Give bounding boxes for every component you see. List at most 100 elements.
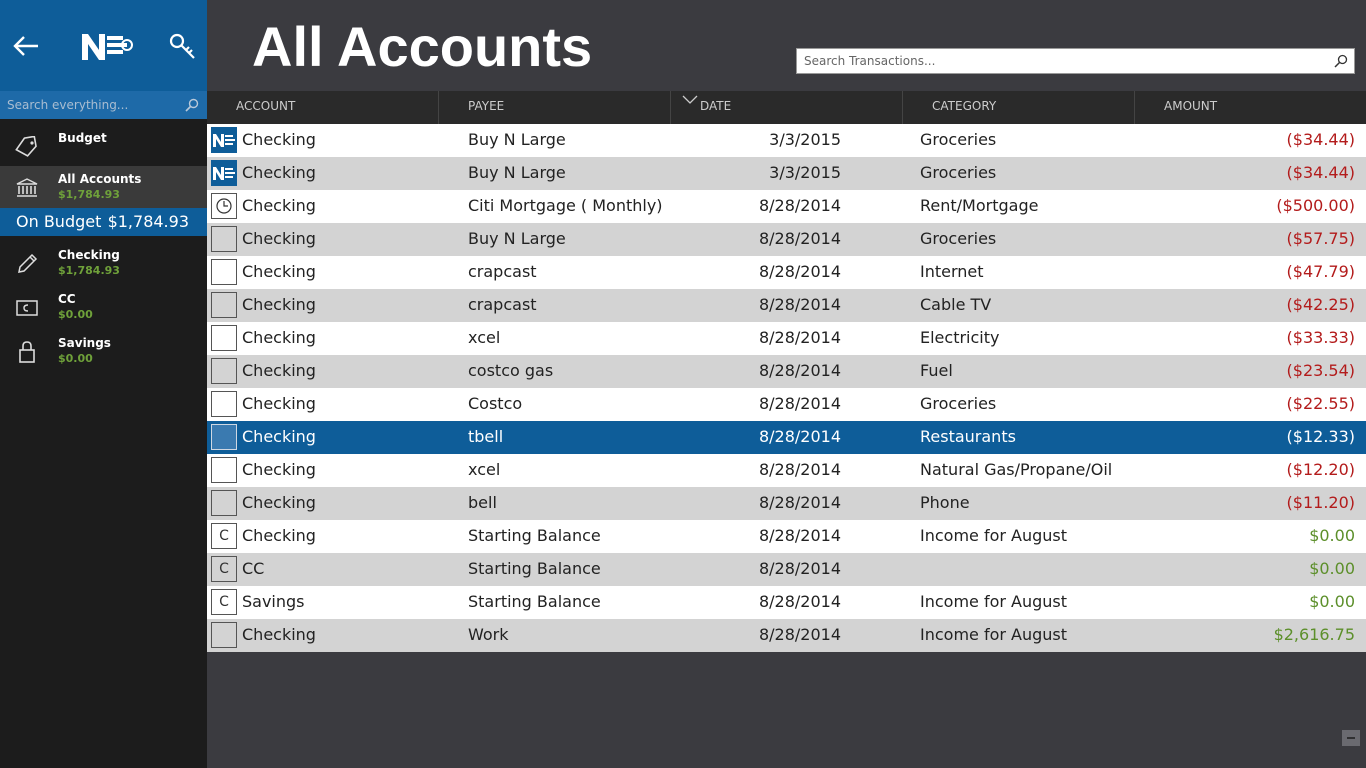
back-button[interactable] [8, 28, 44, 64]
table-row[interactable]: C Checking Starting Balance 8/28/2014 Income… [207, 520, 1366, 553]
cell-date: 8/28/2014 [758, 493, 841, 512]
cleared-checkbox[interactable] [211, 391, 237, 417]
transaction-search-input[interactable] [797, 49, 1317, 73]
cell-date: 8/28/2014 [758, 460, 841, 479]
table-row[interactable]: Checking crapcast 8/28/2014 Cable TV ($42.25… [207, 289, 1366, 322]
minimize-button[interactable] [1342, 730, 1360, 746]
cell-amount: $0.00 [1309, 559, 1355, 578]
cleared-checkbox[interactable] [211, 325, 237, 351]
cell-payee: Buy N Large [468, 130, 566, 149]
back-arrow-icon [13, 36, 38, 56]
pencil-icon [14, 251, 40, 277]
cell-payee: xcel [468, 328, 501, 347]
sidebar-header [0, 0, 207, 91]
credit-card-icon [14, 295, 40, 321]
imported-transaction-icon[interactable] [211, 127, 237, 153]
cleared-checkbox[interactable] [211, 490, 237, 516]
column-header-date[interactable]: DATE [671, 91, 903, 124]
bank-icon [14, 175, 40, 201]
tag-icon [14, 134, 40, 160]
cleared-checkbox[interactable] [211, 259, 237, 285]
cell-date: 8/28/2014 [758, 361, 841, 380]
cell-payee: crapcast [468, 262, 537, 281]
cleared-checkbox[interactable] [211, 622, 237, 648]
cell-category: Groceries [920, 130, 997, 149]
table-row[interactable]: Checking bell 8/28/2014 Phone ($11.20) [207, 487, 1366, 520]
cell-account: Checking [242, 130, 316, 149]
cleared-checkbox[interactable] [211, 226, 237, 252]
cell-date: 8/28/2014 [758, 427, 841, 446]
cell-category: Rent/Mortgage [920, 196, 1039, 215]
cell-category: Groceries [920, 163, 997, 182]
global-search [0, 91, 207, 119]
sidebar-item-all-accounts[interactable]: All Accounts $1,784.93 [0, 166, 207, 210]
table-row[interactable]: Checking crapcast 8/28/2014 Internet ($47.79… [207, 256, 1366, 289]
table-row[interactable]: C CC Starting Balance 8/28/2014 $0.00 [207, 553, 1366, 586]
sidebar-item-label: CC [58, 292, 76, 306]
cell-payee: crapcast [468, 295, 537, 314]
column-header-account[interactable]: ACCOUNT [207, 91, 439, 124]
cell-amount: $2,616.75 [1273, 625, 1355, 644]
keys-button[interactable] [164, 28, 200, 64]
cell-account: CC [242, 559, 265, 578]
column-header-row: ACCOUNT PAYEE DATE CATEGORY AMOUNT [207, 91, 1366, 124]
table-row[interactable]: Checking xcel 8/28/2014 Natural Gas/Propane… [207, 454, 1366, 487]
table-row[interactable]: Checking costco gas 8/28/2014 Fuel ($23.54) [207, 355, 1366, 388]
table-row[interactable]: Checking Buy N Large 8/28/2014 Groceries ($5… [207, 223, 1366, 256]
cleared-checkbox[interactable]: C [211, 556, 237, 582]
cell-amount: ($500.00) [1276, 196, 1355, 215]
table-row[interactable]: Checking tbell 8/28/2014 Restaurants ($12.33… [207, 421, 1366, 454]
sort-descending-icon [682, 95, 698, 104]
sidebar-item-savings[interactable]: Savings $0.00 [0, 330, 207, 374]
cell-payee: Citi Mortgage ( Monthly) [468, 196, 663, 215]
sidebar: Budget All Accounts $1,784.93 On Budget … [0, 0, 207, 768]
cell-amount: ($34.44) [1286, 130, 1355, 149]
table-row[interactable]: Checking Work 8/28/2014 Income for August $2… [207, 619, 1366, 652]
column-header-label: DATE [700, 99, 732, 113]
sidebar-item-balance: $1,784.93 [58, 264, 120, 277]
table-row[interactable]: Checking xcel 8/28/2014 Electricity ($33.33) [207, 322, 1366, 355]
table-row[interactable]: Checking Buy N Large 3/3/2015 Groceries ($34… [207, 157, 1366, 190]
column-header-label: PAYEE [468, 99, 505, 113]
table-row[interactable]: Checking Buy N Large 3/3/2015 Groceries ($34… [207, 124, 1366, 157]
cell-payee: bell [468, 493, 497, 512]
column-header-label: ACCOUNT [236, 99, 296, 113]
global-search-input[interactable] [0, 91, 180, 119]
cell-category: Phone [920, 493, 970, 512]
table-row[interactable]: Checking Citi Mortgage ( Monthly) 8/28/201… [207, 190, 1366, 223]
scheduled-transaction-icon[interactable] [211, 193, 237, 219]
table-row[interactable]: Checking Costco 8/28/2014 Groceries ($22.55) [207, 388, 1366, 421]
cell-date: 8/28/2014 [758, 559, 841, 578]
cell-category: Fuel [920, 361, 953, 380]
cell-account: Checking [242, 163, 316, 182]
sidebar-item-label: Savings [58, 336, 111, 350]
cleared-checkbox[interactable]: C [211, 589, 237, 615]
cleared-checkbox[interactable] [211, 457, 237, 483]
cell-date: 8/28/2014 [758, 526, 841, 545]
cell-amount: ($11.20) [1286, 493, 1355, 512]
table-row[interactable]: C Savings Starting Balance 8/28/2014 Income … [207, 586, 1366, 619]
search-icon[interactable] [185, 98, 199, 112]
sidebar-item-budget[interactable]: Budget [0, 125, 207, 169]
cleared-checkbox[interactable]: C [211, 523, 237, 549]
imported-transaction-icon[interactable] [211, 160, 237, 186]
cleared-checkbox[interactable] [211, 292, 237, 318]
on-budget-label: On Budget [16, 212, 102, 231]
column-header-amount[interactable]: AMOUNT [1135, 91, 1366, 124]
search-icon[interactable] [1334, 54, 1348, 68]
cleared-checkbox[interactable] [211, 358, 237, 384]
cleared-checkbox[interactable] [211, 424, 237, 450]
transaction-list: Checking Buy N Large 3/3/2015 Groceries ($34… [207, 124, 1366, 652]
cell-category: Electricity [920, 328, 1000, 347]
cell-category: Income for August [920, 526, 1068, 545]
column-header-payee[interactable]: PAYEE [439, 91, 671, 124]
sidebar-item-checking[interactable]: Checking $1,784.93 [0, 242, 207, 286]
cell-amount: ($12.33) [1286, 427, 1355, 446]
cell-account: Checking [242, 229, 316, 248]
cell-account: Checking [242, 361, 316, 380]
sidebar-item-cc[interactable]: CC $0.00 [0, 286, 207, 330]
cell-amount: ($33.33) [1286, 328, 1355, 347]
cell-account: Checking [242, 460, 316, 479]
cleared-flag: C [219, 528, 229, 544]
column-header-category[interactable]: CATEGORY [903, 91, 1135, 124]
